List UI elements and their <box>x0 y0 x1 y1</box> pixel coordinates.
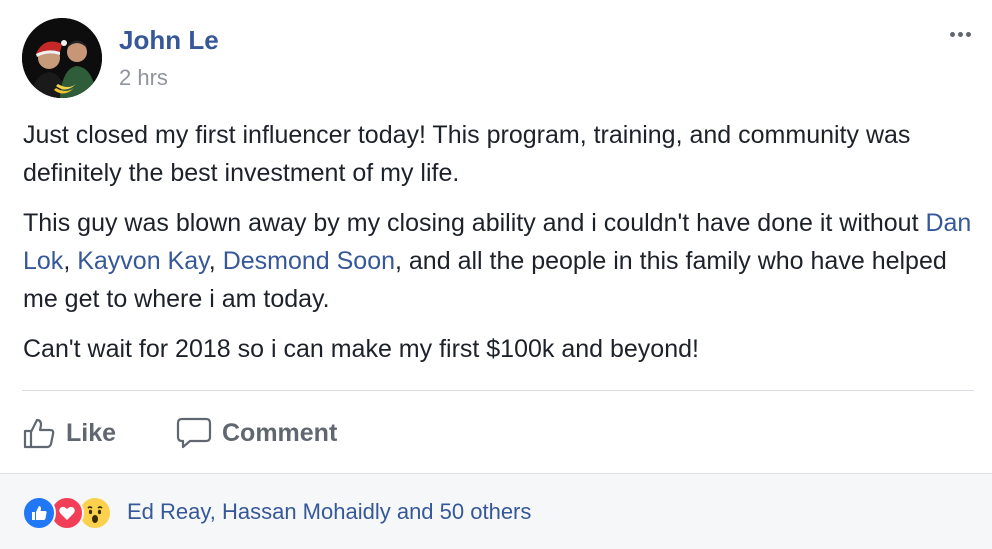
reaction-icons[interactable] <box>22 496 112 530</box>
more-dot-icon <box>957 31 963 37</box>
post-card: John Le 2 hrs Just closed my first influ… <box>0 0 992 549</box>
post-paragraph-1: Just closed my first influencer today! T… <box>23 121 911 187</box>
post-body: Just closed my first influencer today! T… <box>23 116 973 380</box>
paragraph-text: This guy was blown away by my closing ab… <box>23 209 926 237</box>
more-dot-icon <box>949 31 955 37</box>
thumbs-up-icon <box>23 418 55 449</box>
post-paragraph-2: This guy was blown away by my closing ab… <box>23 204 973 318</box>
post-paragraph-3: Can't wait for 2018 so i can make my fir… <box>23 335 699 363</box>
author-avatar[interactable] <box>22 18 102 98</box>
actions-divider <box>22 390 974 391</box>
more-options-button[interactable] <box>944 22 976 46</box>
like-reaction-icon <box>22 496 56 530</box>
post-timestamp[interactable]: 2 hrs <box>119 64 168 92</box>
mention-separator: , <box>63 247 78 275</box>
mention-desmond-soon[interactable]: Desmond Soon <box>223 247 395 275</box>
avatar-image <box>22 18 102 98</box>
like-label: Like <box>66 418 117 447</box>
comment-label: Comment <box>222 418 338 447</box>
author-name[interactable]: John Le <box>119 24 219 56</box>
more-dot-icon <box>965 31 971 37</box>
mention-kayvon-kay[interactable]: Kayvon Kay <box>77 247 209 275</box>
like-button[interactable]: Like <box>22 412 116 454</box>
mention-separator: , <box>208 247 223 275</box>
comment-button[interactable]: Comment <box>176 412 337 454</box>
comment-bubble-icon <box>176 417 212 449</box>
reactions-summary-link[interactable]: Ed Reay, Hassan Mohaidly and 50 others <box>127 497 531 527</box>
